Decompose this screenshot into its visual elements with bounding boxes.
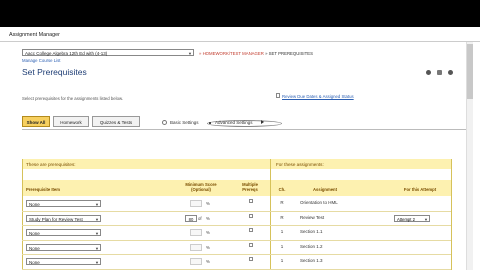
percent-sign: % bbox=[206, 215, 210, 221]
document-icon bbox=[276, 93, 280, 98]
percent-sign: % bbox=[206, 259, 210, 264]
chapter-cell: 1 bbox=[280, 243, 284, 249]
row-divider bbox=[22, 268, 451, 270]
cursor-icon bbox=[261, 120, 264, 124]
prerequisite-select[interactable]: Study Plan for Review Test ▼ bbox=[26, 214, 101, 222]
minimum-score-input[interactable] bbox=[190, 200, 202, 207]
scrollbar-thumb[interactable] bbox=[467, 44, 473, 99]
row-divider bbox=[22, 210, 451, 212]
percent-sign: % bbox=[206, 230, 210, 235]
chapter-cell: R bbox=[280, 214, 284, 220]
header-divider bbox=[0, 41, 480, 42]
chevron-down-icon: ▼ bbox=[95, 260, 99, 265]
chevron-down-icon: ▼ bbox=[95, 216, 99, 222]
manage-course-list-link[interactable]: Manage Course List bbox=[22, 58, 60, 63]
print-icon[interactable] bbox=[437, 70, 442, 75]
review-due-dates-link[interactable]: Review Due Dates & Assigned Status bbox=[282, 94, 354, 99]
row-divider bbox=[22, 239, 451, 241]
col-multiple-prereqs: Multiple Prereqs bbox=[242, 182, 258, 192]
prerequisite-select-value: None bbox=[29, 202, 40, 207]
settings-icon[interactable] bbox=[448, 70, 453, 75]
assignment-name: Orientation to HML bbox=[300, 200, 338, 205]
chevron-down-icon: ▼ bbox=[95, 245, 99, 251]
prerequisite-select[interactable]: None ▼ bbox=[26, 200, 101, 207]
attempt-select-value: Attempt 2 bbox=[397, 216, 415, 222]
instructions-text: Select prerequisites for the assignments… bbox=[22, 96, 124, 101]
multiple-prereqs-checkbox[interactable] bbox=[249, 242, 253, 247]
prerequisite-select[interactable]: None ▼ bbox=[26, 243, 101, 251]
chevron-down-icon: ▼ bbox=[95, 202, 99, 207]
page-title: Set Prerequisites bbox=[22, 67, 87, 77]
attempt-select[interactable]: Attempt 2 ▼ bbox=[394, 214, 430, 222]
basic-settings-radio[interactable] bbox=[162, 120, 167, 125]
prerequisite-select-value: None bbox=[29, 245, 40, 251]
assignment-name: Section 1.1 bbox=[300, 229, 323, 234]
multiple-prereqs-checkbox[interactable] bbox=[249, 257, 253, 261]
tab-homework[interactable]: Homework bbox=[53, 116, 89, 127]
prerequisite-select-value: None bbox=[29, 231, 40, 236]
col-prerequisite-item: Prerequisite Item bbox=[26, 187, 60, 192]
chapter-cell: 1 bbox=[280, 258, 284, 263]
percent-sign: % bbox=[206, 244, 210, 250]
col-for-this-attempt: For this Attempt bbox=[403, 187, 437, 192]
section-header-band bbox=[22, 159, 451, 169]
row-divider bbox=[22, 254, 451, 255]
multiple-prereqs-checkbox[interactable] bbox=[249, 199, 253, 203]
course-select-value: Aacc College Algebra 12th Ed with (4-13) bbox=[25, 51, 108, 56]
col-assignment: Assignment bbox=[313, 187, 337, 192]
breadcrumb: » HOMEWORK/TEST MANAGER » SET PREREQUISI… bbox=[199, 51, 313, 56]
multiple-prereqs-checkbox[interactable] bbox=[249, 213, 253, 218]
assignment-name: Review Test bbox=[300, 214, 325, 220]
column-divider bbox=[451, 159, 452, 270]
section-assignments-label: For these assignments: bbox=[276, 162, 324, 167]
tab-show-all[interactable]: Show All bbox=[22, 116, 50, 127]
prerequisite-select[interactable]: None ▼ bbox=[26, 258, 101, 265]
score-of-label: of bbox=[198, 215, 202, 221]
course-select[interactable]: Aacc College Algebra 12th Ed with (4-13)… bbox=[22, 49, 194, 56]
minimum-score-input[interactable] bbox=[190, 229, 202, 236]
prerequisite-select[interactable]: None ▼ bbox=[26, 229, 101, 236]
minimum-score-input[interactable] bbox=[190, 243, 202, 251]
assignment-name: Section 1.2 bbox=[300, 243, 323, 249]
chevron-down-icon: ▼ bbox=[188, 51, 192, 56]
breadcrumb-homework-test-manager[interactable]: » HOMEWORK/TEST MANAGER bbox=[199, 51, 264, 56]
col-chapter: Ch. bbox=[278, 187, 286, 192]
chevron-down-icon: ▼ bbox=[424, 216, 428, 222]
advanced-settings-label: Advanced Settings bbox=[215, 120, 253, 125]
chevron-down-icon: ▼ bbox=[95, 231, 99, 236]
chapter-cell: 1 bbox=[280, 229, 284, 234]
col-minimum-score: Minimum Score (Optional) bbox=[185, 182, 217, 192]
minimum-score-input[interactable] bbox=[190, 258, 202, 265]
breadcrumb-current: » SET PREREQUISITES bbox=[265, 51, 313, 56]
multiple-prereqs-checkbox[interactable] bbox=[249, 228, 253, 232]
section-prerequisites-label: These are prerequisites: bbox=[26, 162, 76, 167]
app-window: Assignment Manager Aacc College Algebra … bbox=[0, 27, 480, 270]
scrollbar[interactable] bbox=[466, 42, 473, 270]
chapter-cell: R bbox=[280, 200, 284, 205]
row-divider bbox=[22, 225, 451, 226]
window-title: Assignment Manager bbox=[9, 32, 60, 38]
minimum-score-input[interactable]: 80 bbox=[185, 214, 197, 222]
assignment-name: Section 1.3 bbox=[300, 258, 323, 263]
basic-settings-label: Basic Settings bbox=[170, 120, 199, 125]
percent-sign: % bbox=[206, 201, 210, 206]
tab-quizzes-tests[interactable]: Quizzes & Tests bbox=[92, 116, 140, 127]
tab-underline bbox=[22, 129, 466, 130]
help-icon[interactable] bbox=[426, 70, 431, 75]
prerequisite-select-value: Study Plan for Review Test bbox=[29, 216, 83, 222]
prerequisite-select-value: None bbox=[29, 260, 40, 265]
